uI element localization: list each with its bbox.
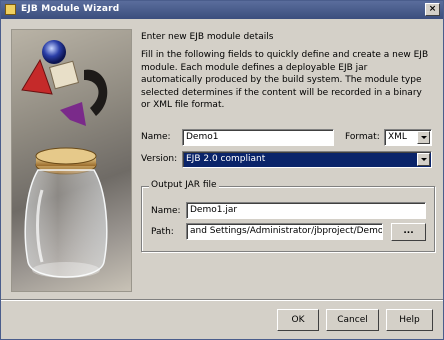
help-button[interactable]: Help [386,309,433,331]
version-label: Version: [141,154,178,164]
output-jar-group [141,186,435,252]
wizard-window: EJB Module Wizard × Enter new EJB module… [0,0,444,340]
version-select[interactable]: EJB 2.0 compliant [182,151,432,168]
jar-name-label: Name: [151,206,181,216]
window-title: EJB Module Wizard [21,4,120,14]
browse-button[interactable]: ... [391,223,426,241]
wizard-description: Fill in the following fields to quickly … [141,50,429,110]
wizard-icon [5,4,16,15]
wizard-illustration [11,29,132,292]
module-name-input[interactable]: Demo1 [182,129,334,146]
format-select[interactable]: XML [384,129,432,146]
name-label: Name: [141,132,171,142]
wizard-heading: Enter new EJB module details [141,32,274,42]
format-value: XML [388,132,407,142]
title-bar: EJB Module Wizard × [1,1,443,19]
chevron-down-icon[interactable] [417,131,430,144]
button-separator [1,299,443,301]
output-jar-title: Output JAR file [149,180,219,190]
jar-name-input[interactable]: Demo1.jar [186,202,426,219]
jar-path-input[interactable]: and Settings/Administrator/jbproject/Dem… [186,223,383,240]
jar-path-label: Path: [151,227,174,237]
chevron-down-icon[interactable] [417,153,430,166]
close-button[interactable]: × [425,3,440,16]
format-label: Format: [345,132,380,142]
ok-button[interactable]: OK [277,309,319,331]
version-value: EJB 2.0 compliant [186,154,266,164]
cancel-button[interactable]: Cancel [326,309,379,331]
